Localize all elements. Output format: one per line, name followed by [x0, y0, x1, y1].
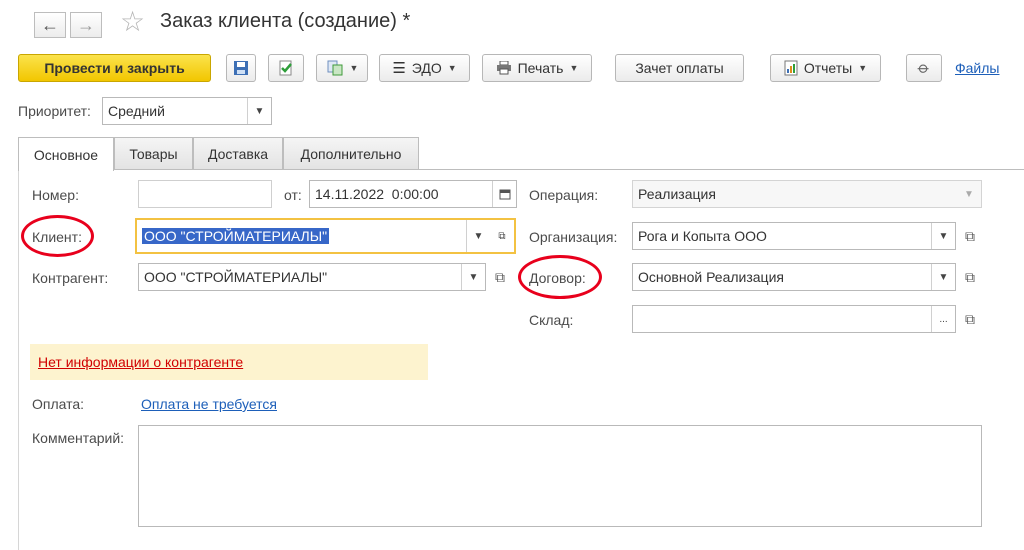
- open-contract-icon[interactable]: ⧉: [958, 263, 982, 291]
- create-based-icon: [327, 60, 343, 76]
- window-title: Заказ клиента (создание) *: [160, 10, 411, 32]
- printer-icon: [496, 61, 511, 75]
- number-label: Номер:: [32, 187, 79, 203]
- date-value: 14.11.2022 0:00:00: [315, 186, 439, 202]
- tab-panel-left-border: [18, 169, 19, 550]
- reports-label: Отчеты: [803, 60, 853, 76]
- files-link[interactable]: Файлы: [955, 60, 999, 76]
- tab-goods[interactable]: Товары: [114, 137, 193, 169]
- arrow-right-icon: →: [77, 14, 95, 35]
- open-counterparty-icon[interactable]: ⧉: [488, 263, 512, 291]
- tab-additional[interactable]: Дополнительно: [283, 137, 419, 169]
- tab-delivery-label: Доставка: [207, 145, 269, 162]
- client-field[interactable]: ООО "СТРОЙМАТЕРИАЛЫ" ▼ ⧉: [135, 218, 516, 254]
- edo-icon: ☰: [392, 60, 406, 77]
- tab-main-label: Основное: [33, 146, 99, 163]
- create-based-on-button[interactable]: ▼: [316, 54, 368, 82]
- print-label: Печать: [517, 60, 564, 76]
- open-organization-icon[interactable]: ⧉: [958, 222, 982, 250]
- client-value: ООО "СТРОЙМАТЕРИАЛЫ": [142, 228, 330, 244]
- post-and-close-button[interactable]: Провести и закрыть: [18, 54, 211, 82]
- reports-button[interactable]: Отчеты ▼: [770, 54, 881, 82]
- number-field[interactable]: [138, 180, 272, 208]
- edo-button[interactable]: ☰ ЭДО ▼: [379, 54, 470, 82]
- operation-label: Операция:: [529, 187, 599, 203]
- warehouse-label: Склад:: [529, 312, 574, 328]
- calendar-icon[interactable]: [492, 181, 516, 207]
- payment-not-required-link[interactable]: Оплата не требуется: [141, 396, 277, 412]
- post-document-icon: [279, 60, 292, 76]
- back-button[interactable]: ←: [34, 12, 66, 38]
- priority-select[interactable]: Средний ▼: [102, 97, 272, 125]
- counterparty-label: Контрагент:: [32, 270, 109, 286]
- counterparty-value: ООО "СТРОЙМАТЕРИАЛЫ": [144, 269, 328, 285]
- ellipsis-icon[interactable]: ...: [931, 306, 955, 332]
- dropdown-arrow-icon[interactable]: ▼: [461, 264, 485, 290]
- client-label: Клиент:: [32, 229, 82, 245]
- save-icon: [234, 61, 248, 75]
- dropdown-arrow-icon: ▼: [569, 63, 579, 73]
- tab-delivery[interactable]: Доставка: [193, 137, 283, 169]
- dropdown-arrow-icon[interactable]: ▼: [466, 220, 490, 252]
- organization-select[interactable]: Рога и Копыта ООО ▼: [632, 222, 956, 250]
- attach-button[interactable]: ⌀: [906, 54, 942, 82]
- contract-label: Договор:: [529, 270, 586, 286]
- priority-value: Средний: [108, 103, 165, 119]
- tab-main[interactable]: Основное: [18, 137, 114, 171]
- operation-select[interactable]: Реализация ▼: [632, 180, 982, 208]
- tab-additional-label: Дополнительно: [300, 145, 402, 162]
- priority-label: Приоритет:: [18, 103, 91, 119]
- edo-label: ЭДО: [411, 60, 442, 76]
- favorite-star-icon[interactable]: ☆: [120, 8, 145, 36]
- dropdown-arrow-icon[interactable]: ▼: [931, 264, 955, 290]
- counterparty-select[interactable]: ООО "СТРОЙМАТЕРИАЛЫ" ▼: [138, 263, 486, 291]
- payment-label: Оплата:: [32, 396, 85, 412]
- dropdown-arrow-icon[interactable]: ▼: [247, 98, 271, 124]
- paperclip-icon: ⌀: [914, 58, 934, 78]
- reports-icon: [784, 60, 798, 76]
- save-button[interactable]: [226, 54, 256, 82]
- dropdown-arrow-icon: ▼: [349, 63, 359, 73]
- open-icon[interactable]: ⧉: [490, 220, 514, 252]
- open-warehouse-icon[interactable]: ⧉: [958, 305, 982, 333]
- contract-value: Основной Реализация: [638, 269, 784, 285]
- no-counterparty-info-link[interactable]: Нет информации о контрагенте: [38, 354, 243, 370]
- tab-goods-label: Товары: [129, 145, 178, 162]
- dropdown-arrow-icon[interactable]: ▼: [957, 181, 981, 207]
- post-document-button[interactable]: [268, 54, 304, 82]
- date-from-label: от:: [284, 187, 302, 203]
- tab-panel-border: [18, 169, 1024, 170]
- dropdown-arrow-icon: ▼: [447, 63, 457, 73]
- operation-value: Реализация: [638, 186, 716, 202]
- counterparty-notice: Нет информации о контрагенте: [30, 344, 428, 380]
- dropdown-arrow-icon[interactable]: ▼: [931, 223, 955, 249]
- organization-value: Рога и Копыта ООО: [638, 228, 767, 244]
- payment-offset-button[interactable]: Зачет оплаты: [615, 54, 744, 82]
- contract-select[interactable]: Основной Реализация ▼: [632, 263, 956, 291]
- comment-label: Комментарий:: [32, 430, 125, 446]
- forward-button[interactable]: →: [70, 12, 102, 38]
- date-field[interactable]: 14.11.2022 0:00:00: [309, 180, 517, 208]
- dropdown-arrow-icon: ▼: [858, 63, 868, 73]
- warehouse-select[interactable]: ...: [632, 305, 956, 333]
- arrow-left-icon: ←: [41, 14, 59, 35]
- comment-textarea[interactable]: [138, 425, 982, 527]
- print-button[interactable]: Печать ▼: [482, 54, 592, 82]
- organization-label: Организация:: [529, 229, 618, 245]
